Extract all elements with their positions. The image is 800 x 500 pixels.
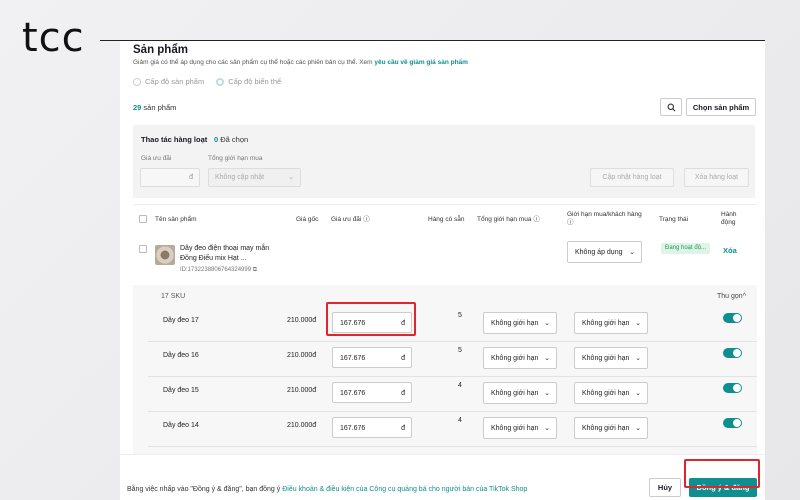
help-icon[interactable]: ⓘ	[533, 216, 540, 223]
product-checkbox[interactable]	[139, 245, 147, 253]
sku-count: 17 SKU	[161, 293, 186, 300]
bulk-actions: Thao tác hàng loạt 0 Đã chọn Giá ưu đãi …	[133, 125, 755, 198]
radio-variant-level[interactable]: Cấp độ biến thể	[216, 77, 281, 86]
highlight-publish-annotation	[684, 459, 760, 488]
section-description: Giảm giá có thể áp dụng cho các sản phẩm…	[133, 59, 468, 66]
copy-icon[interactable]: ⧉	[253, 267, 257, 273]
sku-row: Dây đeo 16 210.000đ 167.676 đ 5 Không gi…	[148, 342, 757, 377]
sku-total-limit-select[interactable]: Không giới hạn ⌄	[483, 312, 557, 334]
sku-original-price: 210.000đ	[287, 422, 317, 429]
product-name[interactable]: Dây đeo điện thoại may mắn Đồng Điếu mix…	[180, 244, 275, 264]
sku-original-price: 210.000đ	[287, 352, 317, 359]
chevron-down-icon: ⌄	[288, 174, 294, 181]
help-icon[interactable]: ⓘ	[567, 219, 574, 226]
level-options: Cấp độ sản phẩm Cấp độ biến thể	[133, 77, 281, 86]
cancel-button[interactable]: Hủy	[649, 478, 681, 497]
help-icon[interactable]: ⓘ	[363, 216, 370, 223]
header-product-name: Tên sản phẩm	[155, 216, 197, 223]
products-panel: Sản phẩm Giảm giá có thể áp dụng cho các…	[120, 41, 765, 500]
sku-stock: 5	[458, 347, 462, 354]
header-original-price: Giá gốc	[296, 216, 319, 223]
sku-customer-limit-select[interactable]: Không giới hạn ⌄	[574, 417, 648, 439]
footer-bar: Bằng việc nhấp vào "Đồng ý & đăng", bạn …	[120, 454, 765, 500]
bulk-update-button[interactable]: Cập nhật hàng loạt	[590, 168, 674, 187]
product-thumbnail	[155, 245, 175, 265]
chevron-down-icon: ⌄	[544, 425, 550, 432]
sku-original-price: 210.000đ	[287, 317, 317, 324]
sku-stock: 4	[458, 417, 462, 424]
chevron-down-icon: ⌄	[544, 320, 550, 327]
sku-discount-input[interactable]: 167.676 đ	[332, 347, 412, 368]
delete-product-link[interactable]: Xóa	[723, 246, 737, 255]
bulk-title: Thao tác hàng loạt	[141, 135, 208, 144]
bulk-limit-label: Tổng giới hạn mua	[208, 155, 263, 162]
sku-section: 17 SKU Thu gọn^ Dây đeo 17 210.000đ 167.…	[133, 285, 757, 455]
sku-name: Dây đeo 17	[163, 317, 199, 324]
search-button[interactable]	[660, 98, 682, 116]
agreement-text: Bằng việc nhấp vào "Đồng ý & đăng", bạn …	[127, 486, 528, 493]
radio-selected-icon	[216, 77, 225, 86]
selected-count: 0 Đã chọn	[214, 135, 249, 144]
search-icon	[667, 103, 675, 111]
sku-toggle[interactable]	[723, 313, 742, 323]
sku-discount-input[interactable]: 167.676 đ	[332, 417, 412, 438]
header-actions: Hành động	[721, 211, 737, 227]
header-total-limit: Tổng giới hạn mua ⓘ	[477, 216, 540, 223]
choose-products-button[interactable]: Chọn sản phẩm	[686, 98, 756, 116]
products-table: Tên sản phẩm Giá gốc Giá ưu đãi ⓘ Hàng c…	[133, 204, 757, 455]
sku-stock: 4	[458, 382, 462, 389]
sku-toggle[interactable]	[723, 348, 742, 358]
sku-row: Dây đeo 14 210.000đ 167.676 đ 4 Không gi…	[148, 412, 757, 447]
chevron-up-icon: ^	[742, 293, 746, 300]
sku-name: Dây đeo 15	[163, 387, 199, 394]
sku-customer-limit-select[interactable]: Không giới hạn ⌄	[574, 347, 648, 369]
header-customer-limit: Giới hạn mua/khách hàng ⓘ	[567, 211, 642, 227]
bulk-discount-label: Giá ưu đãi	[141, 155, 172, 162]
header-status: Trạng thái	[659, 216, 689, 223]
sku-total-limit-select[interactable]: Không giới hạn ⌄	[483, 347, 557, 369]
chevron-down-icon: ⌄	[635, 390, 641, 397]
product-customer-limit-select[interactable]: Không áp dụng ⌄	[567, 241, 642, 263]
sku-toggle[interactable]	[723, 383, 742, 393]
sku-toggle[interactable]	[723, 418, 742, 428]
product-count: 29 sản phẩm	[133, 103, 177, 112]
sku-row: Dây đeo 15 210.000đ 167.676 đ 4 Không gi…	[148, 377, 757, 412]
header-stock: Hàng có sẵn	[428, 216, 465, 223]
sku-total-limit-select[interactable]: Không giới hạn ⌄	[483, 382, 557, 404]
sku-name: Dây đeo 16	[163, 352, 199, 359]
section-title: Sản phẩm	[133, 44, 188, 56]
brand-logo: tcc	[22, 15, 85, 61]
highlight-discount-input-annotation	[326, 302, 416, 336]
header-discount-price: Giá ưu đãi ⓘ	[331, 216, 370, 223]
sku-discount-input[interactable]: 167.676 đ	[332, 382, 412, 403]
bulk-limit-select[interactable]: Không cập nhật ⌄	[208, 168, 301, 187]
chevron-down-icon: ⌄	[544, 390, 550, 397]
chevron-down-icon: ⌄	[544, 355, 550, 362]
status-badge: Đang hoạt độ...	[661, 243, 711, 254]
sku-stock: 5	[458, 312, 462, 319]
chevron-down-icon: ⌄	[635, 425, 641, 432]
collapse-button[interactable]: Thu gọn^	[717, 293, 746, 300]
sku-row: Dây đeo 17 210.000đ 167.676 đ 5 Không gi…	[148, 307, 757, 342]
terms-link[interactable]: Điều khoản & điều kiện của Công cụ quảng…	[282, 486, 527, 493]
chevron-down-icon: ⌄	[635, 320, 641, 327]
radio-icon	[133, 77, 141, 86]
sku-customer-limit-select[interactable]: Không giới hạn ⌄	[574, 312, 648, 334]
bulk-discount-input[interactable]: đ	[140, 168, 200, 187]
bulk-delete-button[interactable]: Xóa hàng loạt	[684, 168, 749, 187]
product-id: ID:1732238806764324999 ⧉	[180, 267, 258, 273]
sku-total-limit-select[interactable]: Không giới hạn ⌄	[483, 417, 557, 439]
discount-requirements-link[interactable]: yêu cầu về giảm giá sản phẩm	[374, 59, 468, 66]
sku-customer-limit-select[interactable]: Không giới hạn ⌄	[574, 382, 648, 404]
select-all-checkbox[interactable]	[139, 215, 147, 223]
chevron-down-icon: ⌄	[635, 355, 641, 362]
chevron-down-icon: ⌄	[629, 249, 635, 256]
radio-product-level[interactable]: Cấp độ sản phẩm	[133, 77, 204, 86]
sku-name: Dây đeo 14	[163, 422, 199, 429]
sku-original-price: 210.000đ	[287, 387, 317, 394]
